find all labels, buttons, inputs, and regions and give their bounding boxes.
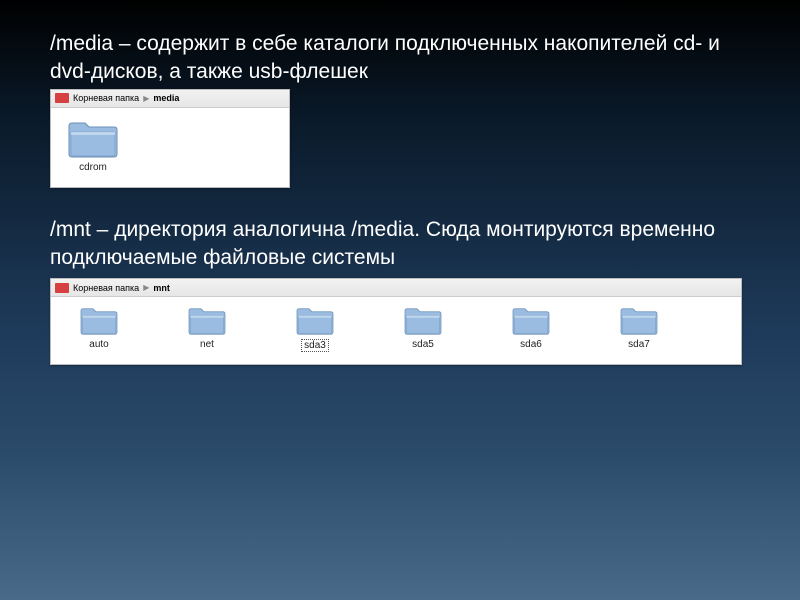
folder-icon [619,305,659,335]
folder-icon [511,305,551,335]
folder-item[interactable]: sda7 [609,305,669,352]
breadcrumb-current[interactable]: mnt [153,283,170,293]
folder-label: net [198,339,216,350]
folder-item[interactable]: cdrom [63,118,123,173]
folder-icon [79,305,119,335]
folder-label: sda6 [518,339,544,350]
folder-icon [187,305,227,335]
folder-grid: cdrom [51,108,289,187]
folder-label: sda3 [301,339,329,352]
mnt-description: /mnt – директория аналогична /media. Сюд… [50,216,750,273]
folder-item[interactable]: sda5 [393,305,453,352]
media-description: /media – содержит в себе каталоги подклю… [50,30,750,87]
breadcrumb-current[interactable]: media [153,93,179,103]
file-manager-media: Корневая папка ▶ media cdrom [50,89,290,188]
folder-item[interactable]: net [177,305,237,352]
folder-grid: auto net sda3 sda5 sda6 sda7 [51,297,741,364]
breadcrumb-root[interactable]: Корневая папка [73,283,139,293]
folder-label: auto [87,339,110,350]
root-folder-icon[interactable] [55,93,69,103]
folder-label: sda7 [626,339,652,350]
folder-icon [295,305,335,335]
folder-label: cdrom [77,162,109,173]
breadcrumb-root[interactable]: Корневая папка [73,93,139,103]
breadcrumb[interactable]: Корневая папка ▶ media [51,90,289,108]
chevron-right-icon: ▶ [143,94,149,103]
root-folder-icon[interactable] [55,283,69,293]
folder-item[interactable]: sda3 [285,305,345,352]
folder-icon [403,305,443,335]
breadcrumb[interactable]: Корневая папка ▶ mnt [51,279,741,297]
folder-icon [67,118,119,158]
chevron-right-icon: ▶ [143,283,149,292]
folder-item[interactable]: sda6 [501,305,561,352]
folder-label: sda5 [410,339,436,350]
folder-item[interactable]: auto [69,305,129,352]
file-manager-mnt: Корневая папка ▶ mnt auto net sda3 sda5 sda6… [50,278,742,365]
